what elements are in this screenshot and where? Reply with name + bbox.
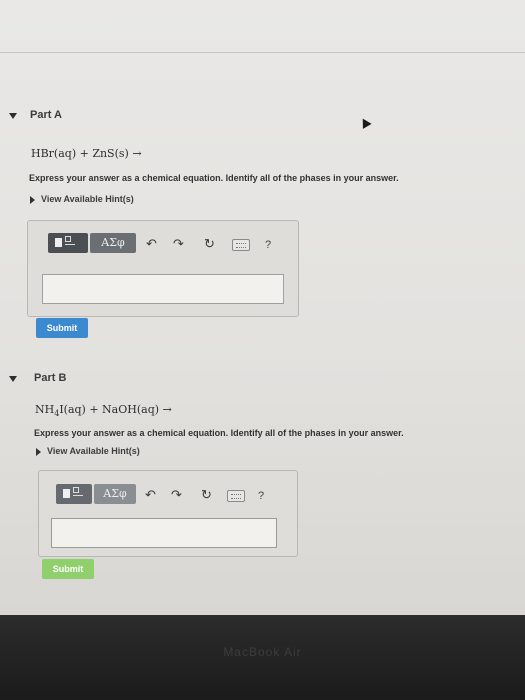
- template-icon: [63, 487, 83, 498]
- divider: [0, 52, 525, 53]
- part-a-view-hints-link[interactable]: View Available Hint(s): [30, 194, 134, 204]
- part-a-answer-input[interactable]: [42, 274, 284, 304]
- mouse-cursor-icon: [358, 116, 372, 129]
- part-a-symbols-button[interactable]: ΑΣφ: [90, 233, 136, 253]
- part-b-instruction: Express your answer as a chemical equati…: [34, 428, 404, 438]
- part-b-template-button[interactable]: [56, 484, 92, 504]
- part-a-equation: HBr(aq) + ZnS(s) →: [31, 147, 142, 160]
- undo-icon[interactable]: ↶: [145, 488, 156, 502]
- bezel-brand-label: MacBook Air: [223, 645, 302, 659]
- equation-suffix: I(aq) + NaOH(aq) →: [59, 403, 172, 416]
- part-b-help-icon[interactable]: ?: [258, 490, 264, 502]
- part-a-help-icon[interactable]: ?: [265, 239, 271, 251]
- part-a-answer-area: ΑΣφ ↶ ↷ ↻ ?: [27, 220, 299, 317]
- part-b-view-hints-link[interactable]: View Available Hint(s): [36, 446, 140, 456]
- part-a-instruction: Express your answer as a chemical equati…: [29, 173, 399, 183]
- part-b-collapse-toggle[interactable]: [9, 376, 17, 382]
- expand-arrow-icon: [30, 195, 35, 204]
- keyboard-icon[interactable]: [227, 490, 245, 502]
- browser-content: Part A HBr(aq) + ZnS(s) → Express your a…: [0, 0, 525, 615]
- part-b-answer-input[interactable]: [51, 518, 277, 548]
- part-a-submit-button[interactable]: Submit: [36, 318, 88, 338]
- equation-prefix: NH: [35, 403, 55, 416]
- template-icon: [55, 236, 75, 247]
- part-b-equation: NH4I(aq) + NaOH(aq) →: [35, 403, 172, 418]
- part-b-submit-button[interactable]: Submit: [42, 559, 94, 579]
- part-a-template-button[interactable]: [48, 233, 88, 253]
- redo-icon[interactable]: ↷: [171, 488, 182, 502]
- part-b-title: Part B: [34, 372, 67, 384]
- part-a-title: Part A: [30, 109, 62, 121]
- keyboard-icon[interactable]: [232, 239, 250, 251]
- part-a-collapse-toggle[interactable]: [9, 113, 17, 119]
- redo-icon[interactable]: ↷: [173, 237, 184, 251]
- reset-icon[interactable]: ↻: [204, 237, 215, 251]
- reset-icon[interactable]: ↻: [201, 488, 212, 502]
- undo-icon[interactable]: ↶: [146, 237, 157, 251]
- expand-arrow-icon: [36, 447, 41, 456]
- part-b-answer-area: ΑΣφ ↶ ↷ ↻ ?: [38, 470, 298, 557]
- part-a-hints-label: View Available Hint(s): [41, 194, 134, 204]
- part-b-symbols-button[interactable]: ΑΣφ: [94, 484, 136, 504]
- part-b-hints-label: View Available Hint(s): [47, 446, 140, 456]
